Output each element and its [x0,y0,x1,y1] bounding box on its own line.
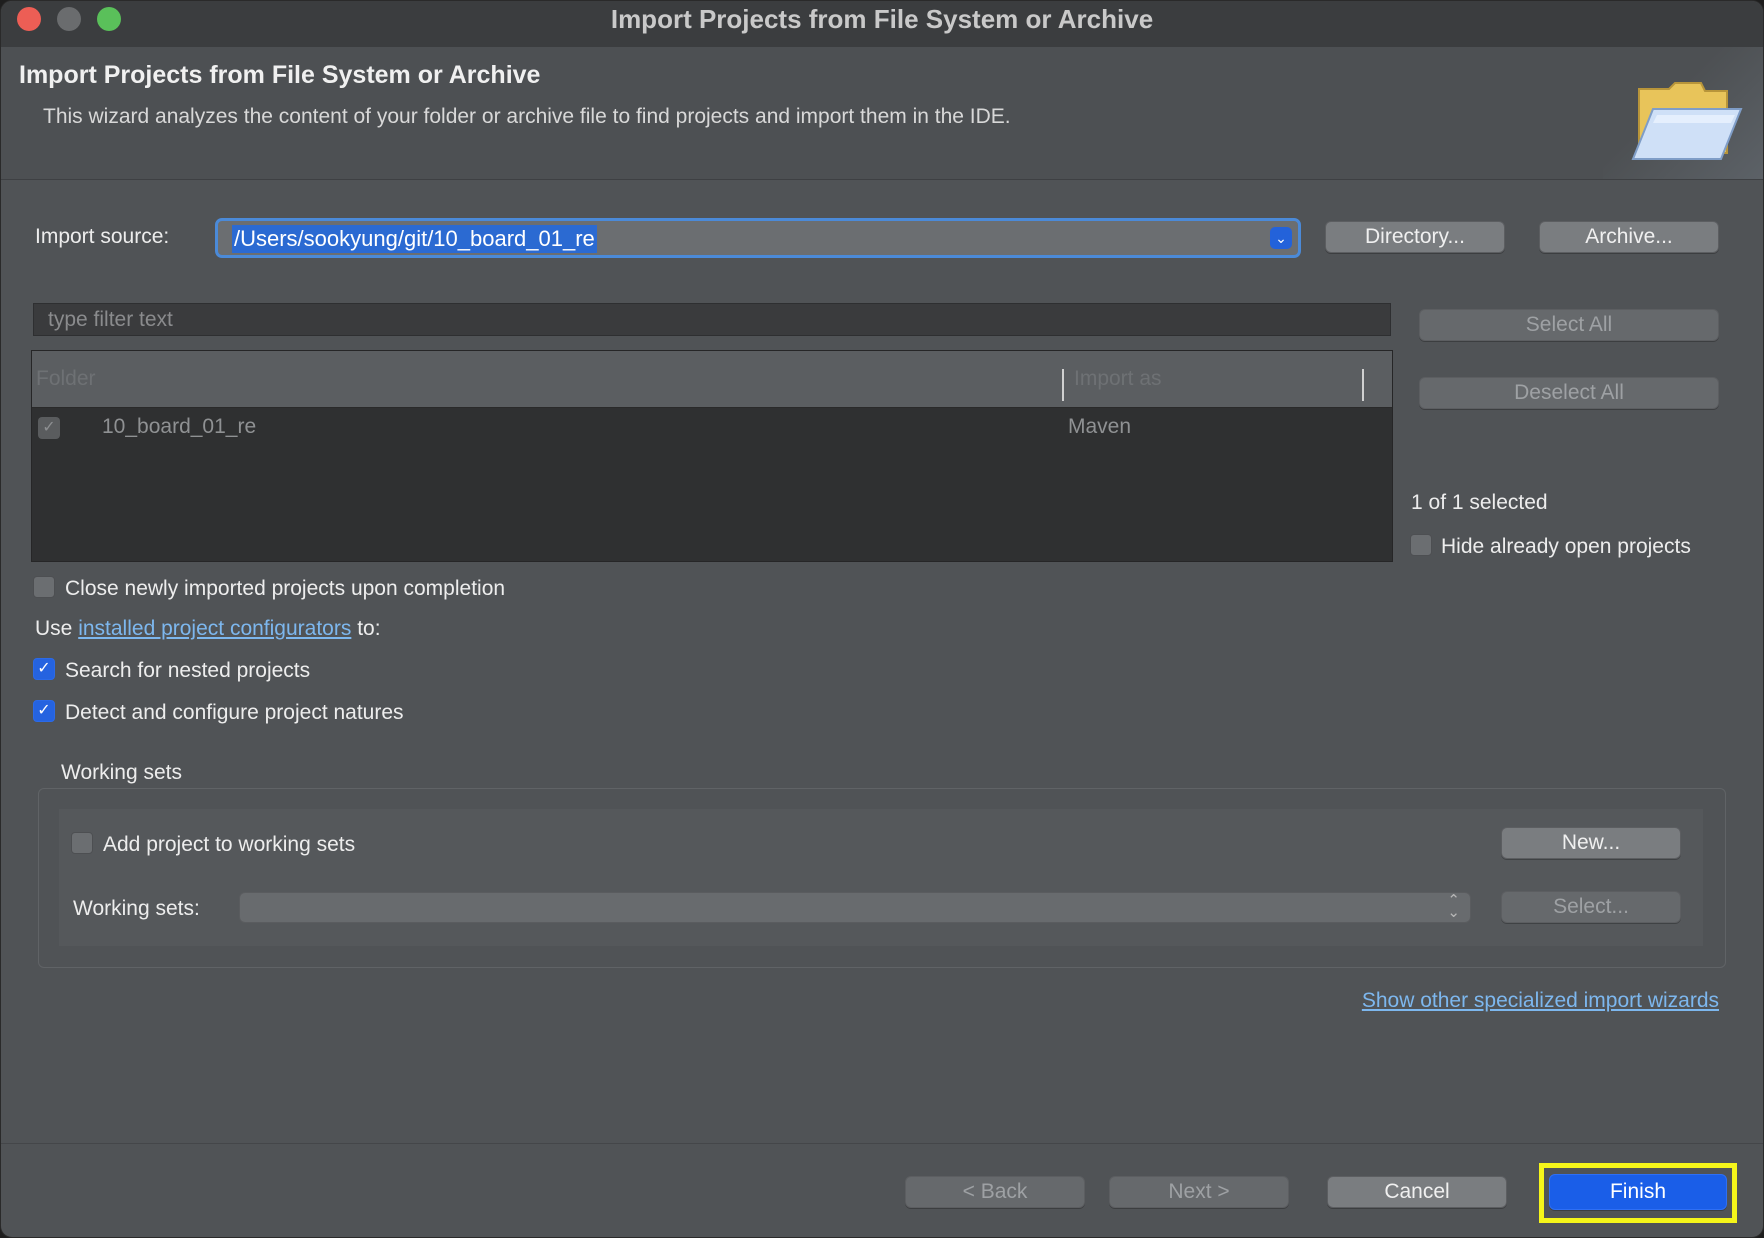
deselect-all-button[interactable]: Deselect All [1419,377,1719,409]
import-source-label: Import source: [35,225,170,248]
directory-button[interactable]: Directory... [1325,221,1505,253]
add-to-working-sets-label: Add project to working sets [103,833,356,856]
import-source-value[interactable]: /Users/sookyung/git/10_board_01_re [232,225,597,253]
column-header-folder[interactable]: Folder [36,367,96,391]
use-prefix: Use [35,617,73,640]
archive-button[interactable]: Archive... [1539,221,1719,253]
working-sets-panel [59,809,1703,946]
chevron-down-icon[interactable]: ⌄ [1270,227,1292,249]
column-header-import-as[interactable]: Import as [1074,367,1162,391]
window-title: Import Projects from File System or Arch… [610,4,1154,34]
working-sets-label: Working sets: [73,897,200,920]
close-imported-checkbox[interactable] [33,576,55,598]
import-source-combo[interactable]: /Users/sookyung/git/10_board_01_re ⌄ [215,218,1301,258]
add-to-working-sets-checkbox[interactable] [71,832,93,854]
use-suffix: to: [357,617,381,640]
wizard-title: Import Projects from File System or Arch… [19,61,541,89]
finish-button[interactable]: Finish [1549,1174,1727,1210]
new-working-set-button[interactable]: New... [1501,827,1681,859]
column-divider[interactable] [1362,369,1364,401]
next-button[interactable]: Next > [1109,1176,1289,1208]
projects-table[interactable]: Folder Import as ✓ 10_board_01_re Maven [31,350,1393,562]
selected-count: 1 of 1 selected [1411,491,1548,514]
back-button[interactable]: < Back [905,1176,1085,1208]
working-sets-group-label: Working sets [61,761,182,784]
updown-chevron-icon: ⌃ ⌄ [1447,892,1460,921]
open-folder-icon [1631,82,1743,160]
detect-natures-label: Detect and configure project natures [65,701,404,724]
footer-divider [1,1143,1763,1144]
table-header: Folder Import as [32,351,1392,408]
filter-input[interactable]: type filter text [33,303,1391,336]
select-all-button[interactable]: Select All [1419,309,1719,341]
row-checkbox[interactable]: ✓ [38,417,60,439]
column-divider[interactable] [1062,369,1064,401]
hide-open-label: Hide already open projects [1441,535,1691,558]
row-import-as: Maven [1068,415,1132,438]
title-bar: Import Projects from File System or Arch… [1,1,1763,48]
configurators-link[interactable]: installed project configurators [78,617,351,640]
row-folder-name: 10_board_01_re [102,415,257,438]
detect-natures-checkbox[interactable]: ✓ [33,700,55,722]
configurators-line: Use installed project configurators to: [35,617,381,641]
working-sets-select[interactable]: ⌃ ⌄ [239,892,1471,923]
wizard-header: Import Projects from File System or Arch… [1,47,1763,180]
search-nested-label: Search for nested projects [65,659,311,682]
filter-placeholder: type filter text [48,308,173,331]
close-imported-label: Close newly imported projects upon compl… [65,577,506,600]
select-working-sets-button[interactable]: Select... [1501,891,1681,923]
search-nested-checkbox[interactable]: ✓ [33,658,55,680]
wizard-description: This wizard analyzes the content of your… [43,105,1011,128]
import-dialog: Import Projects from File System or Arch… [0,0,1764,1238]
other-wizards-link[interactable]: Show other specialized import wizards [1362,989,1719,1013]
hide-open-checkbox[interactable] [1410,534,1432,556]
cancel-button[interactable]: Cancel [1327,1176,1507,1208]
